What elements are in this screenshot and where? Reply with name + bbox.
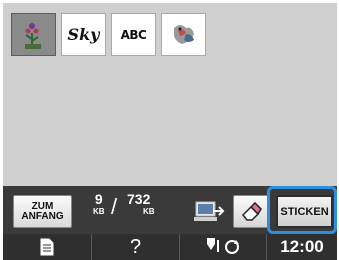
thumbnail-bird[interactable] <box>161 13 206 56</box>
sky-text-label: Sky <box>67 25 100 44</box>
memory-used-unit: KB <box>93 207 105 216</box>
eraser-icon <box>241 201 262 221</box>
thread-spool-icon <box>207 238 239 254</box>
memory-used: 9 KB <box>93 191 105 216</box>
help-button[interactable]: ? <box>92 234 180 260</box>
delete-button[interactable] <box>233 195 269 228</box>
thumbnail-flower[interactable] <box>11 13 56 56</box>
action-bar: ZUM ANFANG 9 KB / 732 KB STICKEN <box>3 186 337 234</box>
pattern-thumbnails: Sky ABC <box>11 13 206 56</box>
memory-total-unit: KB <box>143 207 155 216</box>
document-icon <box>40 238 54 256</box>
machine-screen: Sky ABC ZUM ANFANG 9 KB / 732 KB STICKEN… <box>3 3 337 260</box>
clock-display: 12:00 <box>267 234 337 260</box>
save-to-computer-button[interactable] <box>191 195 227 228</box>
sticken-button[interactable]: STICKEN <box>276 195 333 228</box>
memory-separator: / <box>111 194 118 219</box>
memory-used-value: 9 <box>94 191 103 207</box>
thread-change-button[interactable] <box>180 234 267 260</box>
zum-anfang-button[interactable]: ZUM ANFANG <box>13 195 72 228</box>
zum-anfang-line1: ZUM <box>31 200 54 212</box>
abc-text-label: ABC <box>120 27 147 42</box>
clock-time: 12:00 <box>280 237 324 256</box>
thumbnail-abc[interactable]: ABC <box>111 13 156 56</box>
help-icon: ? <box>129 235 142 258</box>
settings-page-button[interactable] <box>3 234 92 260</box>
status-bar: ? 12:00 <box>3 234 337 260</box>
sticken-label: STICKEN <box>280 205 329 218</box>
flower-pattern-icon <box>24 22 41 49</box>
zum-anfang-line2: ANFANG <box>21 210 64 222</box>
computer-transfer-icon <box>194 201 225 221</box>
memory-total: 732 KB <box>127 191 155 216</box>
thumbnail-sky[interactable]: Sky <box>61 13 106 56</box>
memory-total-value: 732 <box>127 191 151 207</box>
bird-pattern-icon <box>173 24 194 44</box>
